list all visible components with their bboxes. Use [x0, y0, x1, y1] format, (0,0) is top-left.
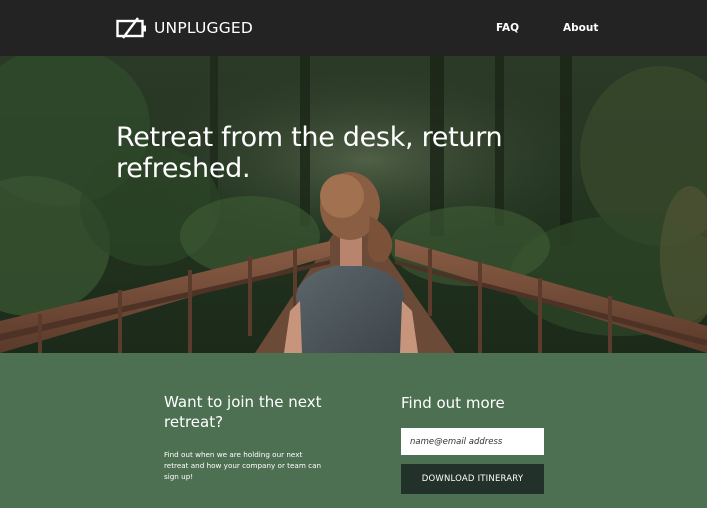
join-heading: Want to join the next retreat? — [164, 393, 322, 431]
signup-section: Want to join the next retreat? Find out … — [0, 353, 707, 508]
hero-title: Retreat from the desk, return refreshed. — [116, 122, 503, 184]
find-out-more-heading: Find out more — [401, 394, 505, 412]
logo-link[interactable]: UNPLUGGED — [116, 17, 253, 39]
hero-section: Retreat from the desk, return refreshed. — [0, 56, 707, 353]
nav-faq-link[interactable]: FAQ — [496, 22, 519, 34]
page: UNPLUGGED FAQ About Retreat from the des… — [0, 0, 707, 508]
download-itinerary-button[interactable]: DOWNLOAD ITINERARY — [401, 464, 544, 494]
logo-text: UNPLUGGED — [154, 19, 254, 37]
site-header: UNPLUGGED FAQ About — [0, 0, 707, 56]
hero-image — [0, 56, 707, 353]
nav-about-link[interactable]: About — [563, 22, 598, 34]
join-description: Find out when we are holding our next re… — [164, 450, 322, 481]
email-field[interactable] — [401, 428, 544, 455]
battery-off-logo-icon — [116, 17, 146, 39]
